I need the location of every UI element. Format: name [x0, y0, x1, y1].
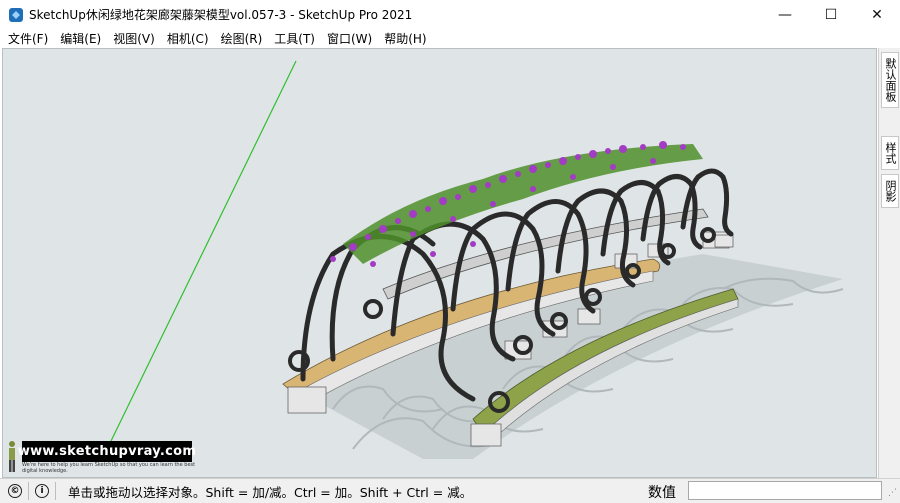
- measurements-input[interactable]: [688, 481, 882, 500]
- instructor-info-icon[interactable]: i: [35, 484, 49, 498]
- status-divider: [28, 482, 29, 500]
- watermark-subtext: We're here to help you learn SketchUp so…: [22, 462, 196, 474]
- tray-tab-shadows[interactable]: 阴影: [881, 174, 899, 208]
- pergola-model-render: [110, 60, 844, 459]
- model-viewport[interactable]: [2, 48, 877, 478]
- menu-bar: 文件(F) 编辑(E) 视图(V) 相机(C) 绘图(R) 工具(T) 窗口(W…: [0, 29, 900, 48]
- minimize-button[interactable]: —: [762, 0, 808, 29]
- window-controls: — ☐ ✕: [762, 0, 900, 29]
- status-bar: © i 单击或拖动以选择对象。Shift = 加/减。Ctrl = 加。Shif…: [0, 478, 900, 503]
- right-tray: 默认面板 样式 阴影: [878, 48, 900, 478]
- menu-file[interactable]: 文件(F): [2, 30, 54, 47]
- resize-grip-icon[interactable]: ⋰: [888, 488, 897, 498]
- menu-camera[interactable]: 相机(C): [161, 30, 215, 47]
- menu-window[interactable]: 窗口(W): [321, 30, 378, 47]
- menu-help[interactable]: 帮助(H): [378, 30, 432, 47]
- green-axis-line: [110, 60, 297, 442]
- watermark-banner: www.sketchupvray.com: [18, 441, 196, 462]
- maximize-button[interactable]: ☐: [808, 0, 854, 29]
- person-figure-icon: [9, 441, 15, 472]
- window-title: SketchUp休闲绿地花架廊架藤架模型vol.057-3 - SketchUp…: [29, 8, 413, 22]
- status-divider: [55, 482, 56, 500]
- close-button[interactable]: ✕: [854, 0, 900, 29]
- sketchup-app-icon[interactable]: [9, 7, 23, 22]
- title-bar: SketchUp休闲绿地花架廊架藤架模型vol.057-3 - SketchUp…: [0, 0, 900, 29]
- tray-tab-default-panel[interactable]: 默认面板: [881, 52, 899, 108]
- measurements-label: 数值: [648, 485, 676, 501]
- menu-view[interactable]: 视图(V): [107, 30, 161, 47]
- menu-tools[interactable]: 工具(T): [268, 30, 321, 47]
- status-hint: 单击或拖动以选择对象。Shift = 加/减。Ctrl = 加。Shift + …: [68, 484, 473, 500]
- menu-edit[interactable]: 编辑(E): [54, 30, 107, 47]
- tray-tab-styles[interactable]: 样式: [881, 136, 899, 170]
- menu-draw[interactable]: 绘图(R): [215, 30, 269, 47]
- geolocation-icon[interactable]: ©: [8, 484, 22, 498]
